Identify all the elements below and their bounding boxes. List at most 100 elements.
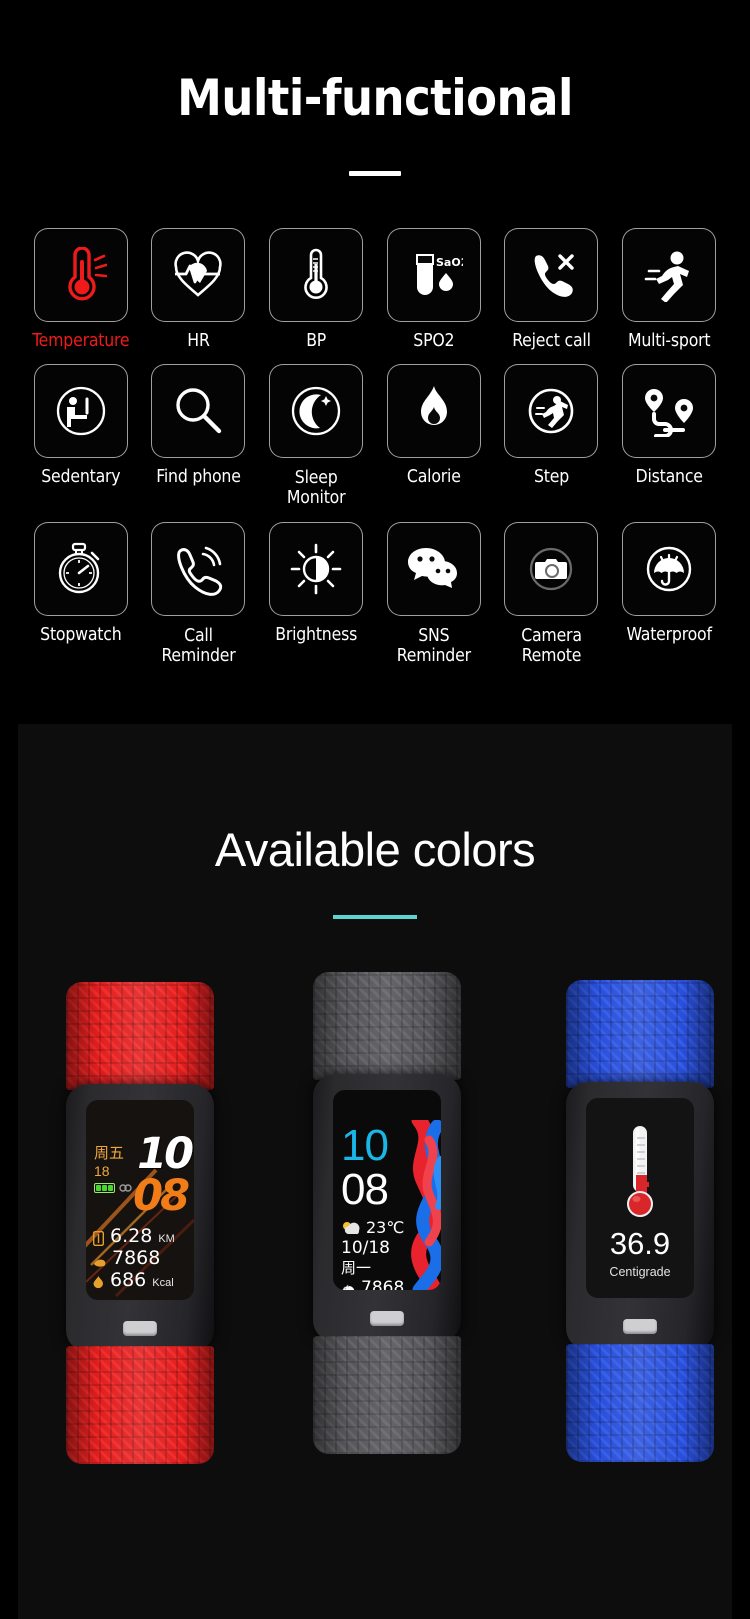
- feature-label-line1: SNS: [418, 626, 450, 647]
- feature-item-find-phone[interactable]: Find phone: [140, 364, 258, 508]
- watch-band-bottom: [313, 1336, 461, 1454]
- feature-tile[interactable]: [504, 522, 599, 617]
- feature-item-sedentary[interactable]: Sedentary: [22, 364, 140, 508]
- feature-label: Calorie: [406, 467, 461, 487]
- steps-shoe-icon: [342, 1284, 355, 1290]
- moon-star-circle-icon: [292, 386, 341, 436]
- feature-item-multi-sport[interactable]: Multi-sport: [610, 227, 728, 351]
- flame-icon: [420, 386, 447, 425]
- watch-band-top: [313, 972, 461, 1080]
- temperature-value: 36.9: [609, 1226, 671, 1261]
- feature-tile[interactable]: [269, 364, 364, 458]
- feature-tile[interactable]: [151, 364, 246, 458]
- runner-circle-icon: [529, 388, 574, 434]
- feature-label-line1: Call: [184, 626, 213, 647]
- watch-body: 36.9 Centigrade: [566, 1082, 714, 1350]
- feature-item-temperature[interactable]: Temperature: [22, 227, 140, 351]
- steps-value: 7868: [361, 1278, 405, 1291]
- weekday-label: 周一: [341, 1259, 372, 1277]
- watch-band-bottom: [566, 1344, 714, 1462]
- feature-label: Distance: [635, 467, 703, 487]
- feature-tile[interactable]: [151, 227, 246, 322]
- feature-tile[interactable]: [504, 227, 599, 322]
- feature-label-line2: Monitor: [286, 487, 346, 508]
- weather-row: 23℃: [341, 1220, 404, 1236]
- watch-gallery: 周五 18 10 08 6.28 KM 7868 686 Kcal 10 08 …: [18, 724, 732, 1619]
- feature-label: Camera Remote: [521, 626, 582, 666]
- umbrella-rain-circle-icon: [646, 546, 692, 592]
- feature-item-hr[interactable]: HR: [140, 227, 258, 351]
- feature-tile[interactable]: [33, 227, 128, 322]
- feature-label: Sleep Monitor: [286, 468, 346, 508]
- feature-tile[interactable]: [33, 364, 128, 458]
- battery-full-icon: [94, 1183, 115, 1193]
- feature-item-call-reminder[interactable]: Call Reminder: [140, 522, 258, 666]
- feature-label-line2: Reminder: [396, 645, 471, 666]
- feature-item-sns-reminder[interactable]: SNS Reminder: [375, 522, 493, 666]
- feature-tile[interactable]: SaO2: [386, 227, 481, 322]
- watch-home-button[interactable]: [623, 1319, 657, 1334]
- feature-tile[interactable]: [622, 364, 717, 458]
- feature-tile[interactable]: [622, 227, 717, 322]
- thermometer-icon: [304, 248, 328, 299]
- feature-tile[interactable]: [504, 364, 599, 458]
- clock-minutes: 08: [133, 1171, 190, 1221]
- feature-tile[interactable]: [622, 522, 717, 617]
- feature-item-reject-call[interactable]: Reject call: [493, 227, 611, 351]
- test-tube-blood-drop-icon: SaO2: [415, 253, 463, 295]
- feature-tile[interactable]: [269, 522, 364, 617]
- distance-icon: [93, 1231, 104, 1246]
- seated-person-circle-icon: [56, 386, 105, 436]
- clock-hours: 10: [137, 1129, 194, 1179]
- feature-label: Find phone: [156, 467, 241, 487]
- watch-band-bottom: [66, 1346, 214, 1464]
- clock-minutes: 08: [341, 1165, 389, 1214]
- features-section: Multi-functional Temperature HR BP SaO S…: [0, 0, 750, 667]
- feature-tile[interactable]: [386, 364, 481, 458]
- feature-label-line1: Sleep: [294, 468, 338, 488]
- thermometer-heat-icon: [68, 246, 107, 300]
- watch-band-top: [66, 982, 214, 1090]
- watch-home-button[interactable]: [370, 1311, 404, 1326]
- feature-tile[interactable]: [269, 227, 364, 322]
- feature-item-calorie[interactable]: Calorie: [375, 364, 493, 508]
- feature-label: Multi-sport: [627, 330, 711, 351]
- feature-tile[interactable]: [386, 522, 481, 617]
- feature-label: SNS Reminder: [396, 626, 471, 666]
- feature-item-sleep-monitor[interactable]: Sleep Monitor: [257, 364, 375, 508]
- calorie-flame-icon: [93, 1276, 103, 1289]
- magnifier-icon: [176, 388, 222, 434]
- watch-grey[interactable]: 10 08 23℃ 10/18 周一 7868: [313, 972, 461, 1454]
- thermometer-graphic: [627, 1126, 653, 1217]
- watch-screen[interactable]: 周五 18 10 08 6.28 KM 7868 686 Kcal: [86, 1100, 194, 1300]
- feature-item-step[interactable]: Step: [493, 364, 611, 508]
- feature-item-spo2[interactable]: SaO2 SPO2: [375, 227, 493, 351]
- watch-screen[interactable]: 10 08 23℃ 10/18 周一 7868: [333, 1090, 441, 1290]
- stat-unit: Kcal: [152, 1277, 174, 1289]
- feature-item-bp[interactable]: BP: [257, 227, 375, 351]
- feature-label: Brightness: [275, 625, 358, 646]
- feature-label: Reject call: [512, 330, 591, 351]
- stopwatch-icon: [58, 543, 100, 594]
- watch-red[interactable]: 周五 18 10 08 6.28 KM 7868 686 Kcal: [66, 982, 214, 1464]
- feature-tile[interactable]: [151, 522, 246, 617]
- feature-tile[interactable]: [33, 522, 128, 617]
- steps-row: 7868: [341, 1280, 404, 1290]
- watch-home-button[interactable]: [123, 1321, 157, 1336]
- stat-value: 6.28: [110, 1225, 153, 1247]
- feature-label: Step: [533, 467, 570, 487]
- watch-screen[interactable]: 36.9 Centigrade: [586, 1098, 694, 1298]
- screen-stats: 6.28 KM 7868 686 Kcal: [93, 1224, 175, 1290]
- screen-info-block: 23℃ 10/18 周一 7868: [341, 1220, 404, 1290]
- feature-item-stopwatch[interactable]: Stopwatch: [22, 522, 140, 666]
- feature-item-brightness[interactable]: Brightness: [257, 522, 375, 666]
- feature-item-distance[interactable]: Distance: [610, 364, 728, 508]
- feature-item-camera-remote[interactable]: Camera Remote: [493, 522, 611, 666]
- feature-item-waterproof[interactable]: Waterproof: [610, 522, 728, 666]
- stat-unit: KM: [158, 1233, 175, 1245]
- page-title: Multi-functional: [177, 69, 573, 127]
- sun-cloud-icon: [343, 1221, 360, 1234]
- status-icons: [94, 1183, 132, 1193]
- running-person-icon: [644, 251, 690, 302]
- watch-blue[interactable]: 36.9 Centigrade: [566, 980, 714, 1462]
